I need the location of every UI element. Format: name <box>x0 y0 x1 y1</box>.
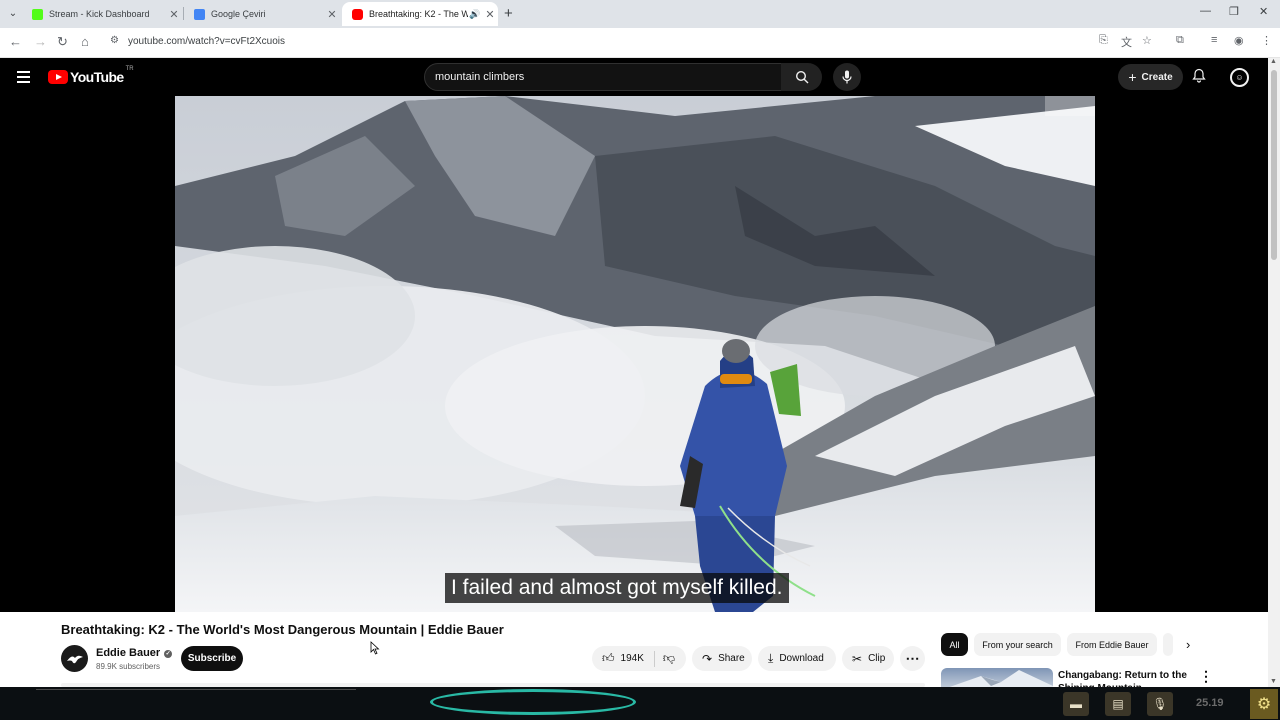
clip-button[interactable]: ✂ Clip <box>842 646 894 671</box>
page-scrollbar[interactable]: ▲ ▼ <box>1268 58 1280 690</box>
verified-check-icon: ✓ <box>164 650 173 658</box>
stream-overlay-bar: ▬ ▤ 🎙︎ 25.19 ⚙ <box>0 687 1280 720</box>
overlay-gear-icon[interactable]: ⚙ <box>1250 689 1278 719</box>
close-window-icon[interactable]: ✕ <box>1259 5 1268 18</box>
youtube-header: YouTube TR mountain climbers + Create ☺ <box>0 58 1268 96</box>
install-app-icon[interactable]: ⎘ <box>1099 34 1108 47</box>
chevron-right-icon[interactable]: › <box>1186 637 1190 652</box>
download-icon: ⤓ <box>768 651 774 665</box>
voice-search-button[interactable] <box>833 63 861 91</box>
account-avatar[interactable]: ☺ <box>1230 68 1249 87</box>
like-divider <box>653 650 655 667</box>
overlay-microphone-icon[interactable]: 🎙︎ <box>1147 692 1173 716</box>
back-arrow-icon[interactable]: ← <box>9 34 22 50</box>
home-icon[interactable]: ⌂ <box>81 34 89 50</box>
plus-icon: + <box>1128 69 1137 85</box>
share-label: Share <box>718 653 745 664</box>
forward-arrow-icon[interactable]: → <box>34 34 47 50</box>
site-info-icon[interactable]: ⚙ <box>110 35 119 46</box>
browser-toolbar: ← → ↻ ⌂ ⚙ youtube.com/watch?v=cvFt2Xcuoi… <box>0 28 1280 58</box>
youtube-play-logo-icon <box>48 70 68 84</box>
new-tab-button[interactable]: + <box>504 5 513 22</box>
browser-tab-strip: ⌄ Stream - Kick Dashboard ✕ Google Çevir… <box>0 0 1280 28</box>
tab-google-translate[interactable]: Google Çeviri ✕ <box>184 2 340 26</box>
youtube-logo[interactable]: YouTube TR <box>48 66 134 85</box>
share-arrow-icon: ↷ <box>702 651 713 666</box>
mouse-cursor-icon <box>370 641 380 655</box>
tab-title: Google Çeviri <box>211 9 266 19</box>
video-title: Breathtaking: K2 - The World's Most Dang… <box>61 622 504 637</box>
tab-search-chevron-icon[interactable]: ⌄ <box>4 4 22 22</box>
address-bar[interactable]: ⚙ youtube.com/watch?v=cvFt2Xcuois <box>102 31 1192 54</box>
download-label: Download <box>779 653 824 664</box>
url-text: youtube.com/watch?v=cvFt2Xcuois <box>128 36 286 47</box>
overlay-divider <box>36 689 356 690</box>
profile-icon[interactable]: ◉ <box>1234 34 1244 47</box>
minimize-icon[interactable]: — <box>1200 5 1211 17</box>
cards-icon[interactable]: ▤ <box>1105 692 1131 716</box>
search-icon <box>795 70 808 84</box>
chip-from-eddie-bauer[interactable]: From Eddie Bauer <box>1067 633 1157 656</box>
close-tab-icon[interactable]: ✕ <box>324 8 340 21</box>
like-count[interactable]: 194K <box>621 653 644 664</box>
chip-all[interactable]: All <box>941 633 968 656</box>
channel-avatar[interactable] <box>61 645 88 672</box>
restore-icon[interactable]: ❐ <box>1229 5 1239 18</box>
create-button[interactable]: + Create <box>1118 64 1183 90</box>
reading-list-icon[interactable]: ≡ <box>1211 34 1217 46</box>
share-button[interactable]: ↷ Share <box>692 646 752 671</box>
search-query: mountain climbers <box>435 71 525 83</box>
tab-kick-dashboard[interactable]: Stream - Kick Dashboard ✕ <box>22 2 182 26</box>
scroll-up-arrow-icon[interactable]: ▲ <box>1270 58 1277 65</box>
chat-icon[interactable]: ▬ <box>1063 692 1089 716</box>
notifications-bell-icon[interactable] <box>1192 68 1206 86</box>
tab-title: Breathtaking: K2 - The Wor <box>369 9 468 19</box>
menu-icon[interactable] <box>17 71 30 83</box>
search-button[interactable] <box>781 63 822 91</box>
chip-from-your-search[interactable]: From your search <box>974 633 1061 656</box>
microphone-icon <box>842 70 852 84</box>
thumbs-down-icon[interactable]: 👎︎ <box>663 651 675 666</box>
mountain-climber-video-image <box>175 96 1095 612</box>
subscribe-button[interactable]: Subscribe <box>181 646 243 671</box>
bookmark-star-icon[interactable]: ☆ <box>1142 34 1152 47</box>
tab-youtube-active[interactable]: Breathtaking: K2 - The Wor 🔊 ✕ <box>342 2 498 26</box>
translate-page-icon[interactable]: 文 <box>1121 34 1132 50</box>
reload-icon[interactable]: ↻ <box>57 34 68 50</box>
close-tab-icon[interactable]: ✕ <box>166 8 182 21</box>
scrollbar-thumb[interactable] <box>1271 70 1277 260</box>
video-player[interactable]: I failed and almost got myself killed. <box>0 96 1268 612</box>
channel-name-text: Eddie Bauer <box>96 647 161 659</box>
search-input[interactable]: mountain climbers <box>424 63 782 91</box>
video-frame[interactable] <box>175 96 1095 612</box>
clip-label: Clip <box>868 653 886 664</box>
more-actions-icon[interactable]: ⋯ <box>900 646 925 671</box>
close-tab-icon[interactable]: ✕ <box>482 8 498 21</box>
chip-partial[interactable] <box>1163 633 1173 656</box>
eddie-bauer-logo-icon <box>66 655 83 663</box>
youtube-favicon-icon <box>352 8 363 20</box>
channel-name[interactable]: Eddie Bauer ✓ <box>96 647 173 659</box>
video-caption: I failed and almost got myself killed. <box>445 573 789 603</box>
tab-title: Stream - Kick Dashboard <box>49 9 150 19</box>
logo-wordmark: YouTube <box>70 69 124 85</box>
like-dislike-group: 👍︎ 194K 👎︎ <box>592 646 686 671</box>
browser-menu-icon[interactable]: ⋮ <box>1261 34 1272 47</box>
translate-favicon-icon <box>194 8 205 20</box>
subscriber-count: 89.9K subscribers <box>96 662 161 671</box>
extensions-icon[interactable]: ⧉ <box>1176 34 1184 47</box>
overlay-teal-ring <box>430 689 636 715</box>
create-label: Create <box>1141 71 1173 83</box>
overlay-time: 25.19 <box>1196 697 1224 709</box>
thumbs-up-icon[interactable]: 👍︎ <box>602 651 615 666</box>
region-code: TR <box>125 66 134 72</box>
scissors-icon: ✂ <box>852 651 863 666</box>
more-vert-icon[interactable]: ⋮ <box>1199 668 1213 685</box>
download-button[interactable]: ⤓ Download <box>758 646 836 671</box>
scroll-down-arrow-icon[interactable]: ▼ <box>1270 678 1277 685</box>
speaker-icon[interactable]: 🔊 <box>468 9 482 20</box>
kick-favicon-icon <box>32 8 43 20</box>
